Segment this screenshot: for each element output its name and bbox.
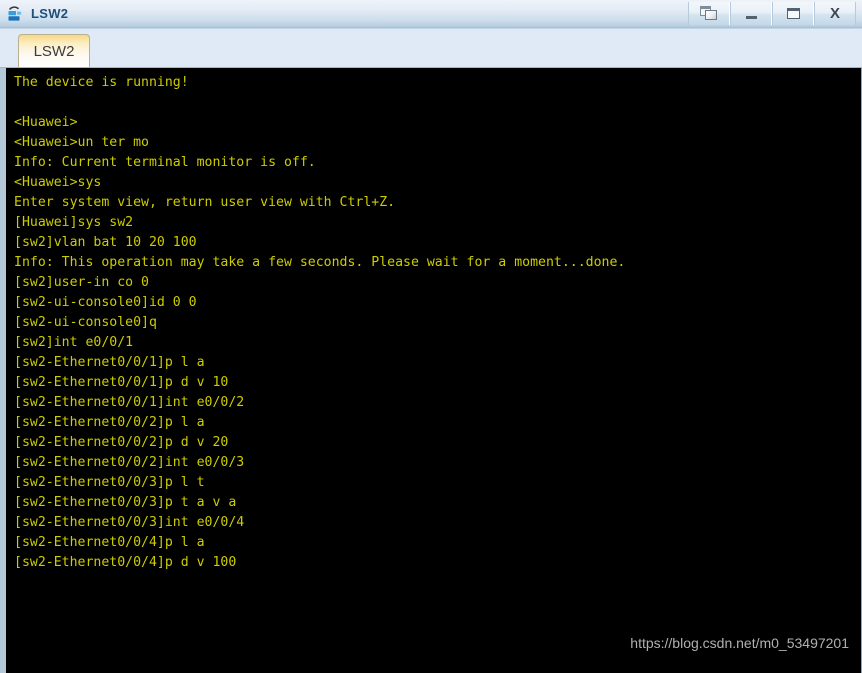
minimize-button[interactable]	[730, 2, 772, 25]
terminal-line: <Huawei>un ter mo	[14, 135, 149, 150]
terminal-output[interactable]: The device is running! <Huawei> <Huawei>u…	[14, 73, 861, 673]
terminal-line: [sw2]vlan bat 10 20 100	[14, 235, 197, 250]
terminal-line: Info: Current terminal monitor is off.	[14, 155, 316, 170]
restore-icon	[700, 6, 718, 21]
minimize-icon	[745, 15, 757, 19]
restore-button[interactable]	[688, 2, 730, 25]
tab-lsw2[interactable]: LSW2	[18, 34, 90, 67]
terminal-line: [sw2-Ethernet0/0/4]p d v 100	[14, 555, 237, 570]
terminal-line: [sw2]user-in co 0	[14, 275, 149, 290]
terminal-line: [sw2-Ethernet0/0/3]p l t	[14, 475, 205, 490]
tab-strip: LSW2	[0, 28, 862, 68]
terminal-line: <Huawei>	[14, 115, 78, 130]
terminal-line: [Huawei]sys sw2	[14, 215, 134, 230]
maximize-button[interactable]	[772, 2, 814, 25]
lsw2-console-window: LSW2 X LSW2 The device is running! <Huaw…	[0, 0, 862, 673]
terminal-panel[interactable]: The device is running! <Huawei> <Huawei>u…	[0, 68, 862, 673]
watermark-text: https://blog.csdn.net/m0_53497201	[630, 635, 849, 651]
tab-label: LSW2	[33, 42, 75, 60]
title-bar-left: LSW2	[0, 5, 69, 22]
close-button[interactable]: X	[814, 2, 856, 25]
terminal-line: Enter system view, return user view with…	[14, 195, 396, 210]
switch-icon	[7, 5, 25, 22]
terminal-line: [sw2-ui-console0]id 0 0	[14, 295, 197, 310]
terminal-line: [sw2-Ethernet0/0/2]p l a	[14, 415, 205, 430]
title-bar: LSW2 X	[0, 0, 862, 28]
terminal-line: [sw2-Ethernet0/0/4]p l a	[14, 535, 205, 550]
terminal-line: [sw2-Ethernet0/0/1]p d v 10	[14, 375, 229, 390]
terminal-line: [sw2-Ethernet0/0/2]int e0/0/3	[14, 455, 245, 470]
terminal-line: [sw2-Ethernet0/0/1]int e0/0/2	[14, 395, 245, 410]
terminal-line: <Huawei>sys	[14, 175, 102, 190]
window-controls: X	[688, 2, 856, 26]
maximize-icon	[786, 8, 800, 19]
terminal-line: [sw2]int e0/0/1	[14, 335, 134, 350]
terminal-line: The device is running!	[14, 75, 189, 90]
terminal-line: [sw2-ui-console0]q	[14, 315, 157, 330]
terminal-line: [sw2-Ethernet0/0/1]p l a	[14, 355, 205, 370]
close-icon: X	[829, 5, 840, 22]
terminal-line: Info: This operation may take a few seco…	[14, 255, 626, 270]
terminal-line: [sw2-Ethernet0/0/2]p d v 20	[14, 435, 229, 450]
terminal-line: [sw2-Ethernet0/0/3]int e0/0/4	[14, 515, 245, 530]
window-title: LSW2	[31, 6, 69, 21]
terminal-line: [sw2-Ethernet0/0/3]p t a v a	[14, 495, 237, 510]
